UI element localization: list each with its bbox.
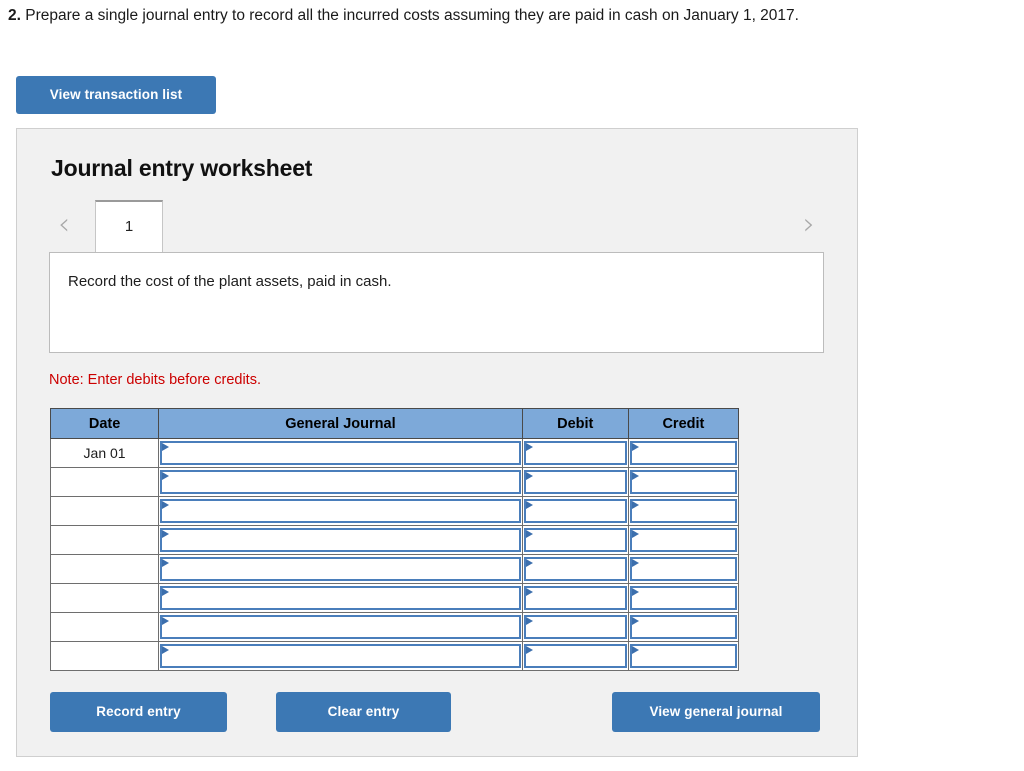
column-header-general-journal: General Journal xyxy=(158,408,523,439)
cell-debit[interactable] xyxy=(521,612,629,642)
view-transaction-list-button[interactable]: View transaction list xyxy=(16,76,216,114)
table-header-row: Date General Journal Debit Credit xyxy=(49,408,740,439)
table-row xyxy=(49,583,740,613)
credit-input[interactable] xyxy=(629,586,737,610)
cell-debit[interactable] xyxy=(521,438,629,468)
cell-debit[interactable] xyxy=(521,496,629,526)
clear-entry-button[interactable]: Clear entry xyxy=(276,692,451,732)
question-number: 2. xyxy=(8,7,21,24)
tab-strip: ‹ 1 › xyxy=(17,199,859,253)
question-prompt: 2. Prepare a single journal entry to rec… xyxy=(8,6,1018,26)
debit-input[interactable] xyxy=(523,644,627,668)
cell-credit[interactable] xyxy=(627,467,740,497)
cell-date[interactable] xyxy=(49,554,160,584)
credit-input[interactable] xyxy=(629,528,737,552)
table-row xyxy=(49,554,740,584)
general-journal-input[interactable] xyxy=(160,644,521,668)
view-general-journal-button[interactable]: View general journal xyxy=(612,692,820,732)
cell-date[interactable]: Jan 01 xyxy=(49,438,160,468)
cell-general-journal[interactable] xyxy=(158,641,523,671)
column-header-credit: Credit xyxy=(627,408,740,439)
chevron-right-icon[interactable]: › xyxy=(792,205,826,245)
credit-input[interactable] xyxy=(629,644,737,668)
general-journal-input[interactable] xyxy=(160,586,521,610)
general-journal-input[interactable] xyxy=(160,615,521,639)
table-row xyxy=(49,467,740,497)
debits-before-credits-note: Note: Enter debits before credits. xyxy=(49,372,261,388)
debit-input[interactable] xyxy=(523,470,627,494)
cell-credit[interactable] xyxy=(627,496,740,526)
cell-general-journal[interactable] xyxy=(158,496,523,526)
table-row xyxy=(49,612,740,642)
debit-input[interactable] xyxy=(523,528,627,552)
tab-entry-1[interactable]: 1 xyxy=(95,200,163,252)
cell-date[interactable] xyxy=(49,612,160,642)
record-entry-button[interactable]: Record entry xyxy=(50,692,227,732)
table-row xyxy=(49,641,740,671)
column-header-debit: Debit xyxy=(521,408,629,439)
credit-input[interactable] xyxy=(629,615,737,639)
general-journal-input[interactable] xyxy=(160,441,521,465)
debit-input[interactable] xyxy=(523,586,627,610)
cell-general-journal[interactable] xyxy=(158,612,523,642)
entry-description-text: Record the cost of the plant assets, pai… xyxy=(68,273,392,290)
debit-input[interactable] xyxy=(523,615,627,639)
general-journal-input[interactable] xyxy=(160,557,521,581)
entry-description-box: Record the cost of the plant assets, pai… xyxy=(49,252,824,353)
cell-debit[interactable] xyxy=(521,525,629,555)
worksheet-title: Journal entry worksheet xyxy=(51,155,313,181)
journal-entry-table: Date General Journal Debit Credit Jan 01 xyxy=(49,408,740,671)
cell-general-journal[interactable] xyxy=(158,554,523,584)
debit-input[interactable] xyxy=(523,441,627,465)
cell-date[interactable] xyxy=(49,583,160,613)
question-text: Prepare a single journal entry to record… xyxy=(25,7,799,24)
cell-credit[interactable] xyxy=(627,641,740,671)
cell-credit[interactable] xyxy=(627,612,740,642)
debit-input[interactable] xyxy=(523,499,627,523)
credit-input[interactable] xyxy=(629,499,737,523)
cell-general-journal[interactable] xyxy=(158,525,523,555)
general-journal-input[interactable] xyxy=(160,470,521,494)
cell-debit[interactable] xyxy=(521,583,629,613)
cell-credit[interactable] xyxy=(627,438,740,468)
general-journal-input[interactable] xyxy=(160,499,521,523)
cell-date[interactable] xyxy=(49,496,160,526)
journal-entry-worksheet-page: 2. Prepare a single journal entry to rec… xyxy=(0,0,1024,771)
debit-input[interactable] xyxy=(523,557,627,581)
table-row: Jan 01 xyxy=(49,438,740,468)
cell-credit[interactable] xyxy=(627,554,740,584)
cell-debit[interactable] xyxy=(521,554,629,584)
cell-credit[interactable] xyxy=(627,583,740,613)
cell-debit[interactable] xyxy=(521,641,629,671)
table-row xyxy=(49,525,740,555)
cell-debit[interactable] xyxy=(521,467,629,497)
column-header-date: Date xyxy=(49,408,160,439)
general-journal-input[interactable] xyxy=(160,528,521,552)
worksheet-panel: Journal entry worksheet ‹ 1 › Record the… xyxy=(16,128,858,757)
table-row xyxy=(49,496,740,526)
credit-input[interactable] xyxy=(629,470,737,494)
credit-input[interactable] xyxy=(629,441,737,465)
cell-general-journal[interactable] xyxy=(158,467,523,497)
credit-input[interactable] xyxy=(629,557,737,581)
cell-date[interactable] xyxy=(49,467,160,497)
cell-general-journal[interactable] xyxy=(158,438,523,468)
cell-credit[interactable] xyxy=(627,525,740,555)
cell-general-journal[interactable] xyxy=(158,583,523,613)
chevron-left-icon[interactable]: ‹ xyxy=(47,205,81,245)
cell-date[interactable] xyxy=(49,525,160,555)
cell-date[interactable] xyxy=(49,641,160,671)
